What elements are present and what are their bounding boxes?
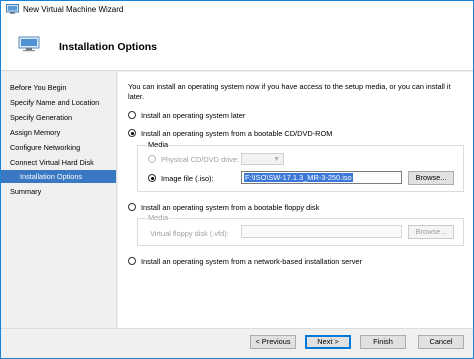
option-install-later-label: Install an operating system later xyxy=(141,110,246,120)
cancel-button[interactable]: Cancel xyxy=(418,335,464,349)
wizard-header: Installation Options xyxy=(1,18,473,71)
nav-item-networking[interactable]: Configure Networking xyxy=(1,141,116,154)
finish-button[interactable]: Finish xyxy=(360,335,406,349)
cd-media-group-label: Media xyxy=(147,140,170,149)
nav-item-virtual-hard-disk[interactable]: Connect Virtual Hard Disk xyxy=(1,156,116,169)
window-title: New Virtual Machine Wizard xyxy=(23,5,124,14)
intro-text: You can install an operating system now … xyxy=(128,82,451,101)
option-image-file[interactable]: Image file (.iso): xyxy=(148,172,214,184)
nav-item-generation[interactable]: Specify Generation xyxy=(1,111,116,124)
main-content: You can install an operating system now … xyxy=(118,72,473,328)
radio-physical-drive xyxy=(148,155,156,163)
option-install-later[interactable]: Install an operating system later xyxy=(128,109,245,121)
hyperv-app-icon xyxy=(6,4,19,14)
next-button[interactable]: Next > xyxy=(305,335,351,349)
radio-install-cdrom[interactable] xyxy=(128,129,136,137)
physical-drive-label: Physical CD/DVD drive: xyxy=(161,154,240,164)
wizard-window: New Virtual Machine Wizard Installation … xyxy=(0,0,474,359)
nav-item-name-location[interactable]: Specify Name and Location xyxy=(1,96,116,109)
page-title: Installation Options xyxy=(59,41,158,53)
image-file-path-input[interactable]: F:\ISO\SW-17.1.3_MR-3-250.iso xyxy=(241,171,402,184)
previous-button[interactable]: < Previous xyxy=(250,335,296,349)
nav-item-summary[interactable]: Summary xyxy=(1,185,116,198)
wizard-step-nav: Before You Begin Specify Name and Locati… xyxy=(1,72,117,328)
radio-image-file[interactable] xyxy=(148,174,156,182)
title-bar[interactable]: New Virtual Machine Wizard xyxy=(1,1,473,18)
option-install-cdrom-label: Install an operating system from a boota… xyxy=(141,128,333,138)
vfd-path-input xyxy=(241,225,402,238)
floppy-media-group-label: Media xyxy=(147,213,170,222)
option-physical-drive: Physical CD/DVD drive: xyxy=(148,153,239,165)
option-install-floppy[interactable]: Install an operating system from a boota… xyxy=(128,201,319,213)
radio-install-floppy[interactable] xyxy=(128,203,136,211)
chevron-down-icon: ▼ xyxy=(273,156,280,163)
image-browse-button[interactable]: Browse... xyxy=(408,171,454,185)
wizard-footer: < Previous Next > Finish Cancel xyxy=(1,328,473,358)
option-install-floppy-label: Install an operating system from a boota… xyxy=(141,202,320,212)
nav-item-installation-options[interactable]: Installation Options xyxy=(1,170,116,183)
nav-item-memory[interactable]: Assign Memory xyxy=(1,126,116,139)
nav-item-before-you-begin[interactable]: Before You Begin xyxy=(1,81,116,94)
radio-install-later[interactable] xyxy=(128,111,136,119)
monitor-icon xyxy=(18,36,40,52)
option-install-cdrom[interactable]: Install an operating system from a boota… xyxy=(128,127,332,139)
image-file-path-value: F:\ISO\SW-17.1.3_MR-3-250.iso xyxy=(244,173,353,182)
vfd-browse-button: Browse... xyxy=(408,225,454,239)
option-install-network[interactable]: Install an operating system from a netwo… xyxy=(128,255,362,267)
physical-drive-select: ▼ xyxy=(241,153,284,165)
option-install-network-label: Install an operating system from a netwo… xyxy=(141,256,363,266)
vfd-label: Virtual floppy disk (.vfd): xyxy=(150,229,229,238)
radio-install-network[interactable] xyxy=(128,257,136,265)
image-file-label: Image file (.iso): xyxy=(161,173,214,183)
